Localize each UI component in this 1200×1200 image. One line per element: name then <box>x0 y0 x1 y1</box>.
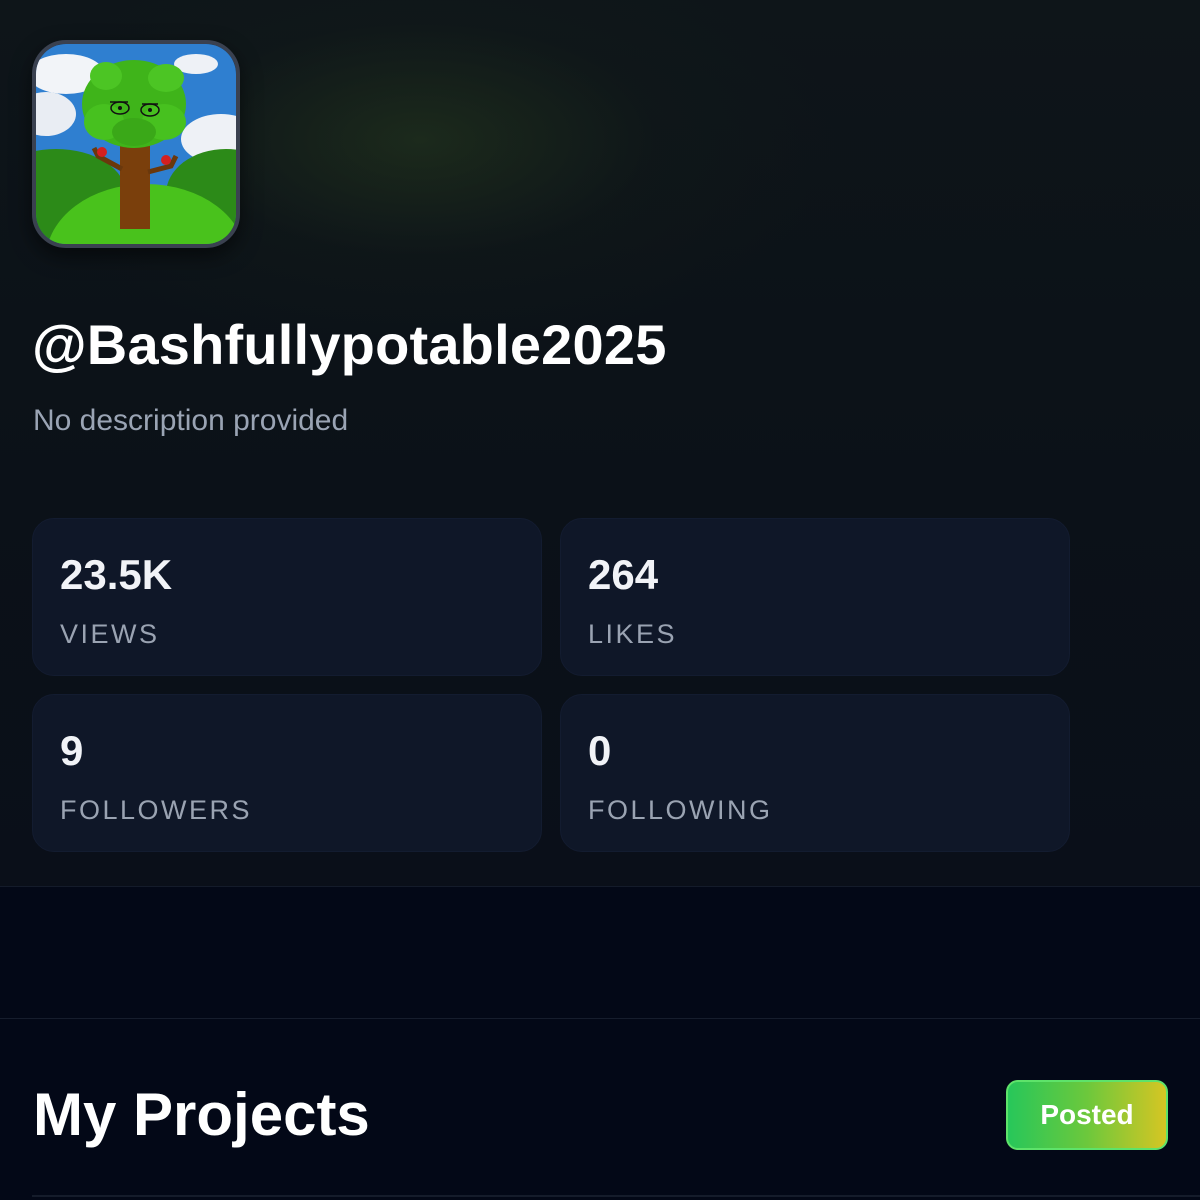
following-count: 0 <box>588 727 612 774</box>
likes-count: 264 <box>588 551 659 598</box>
avatar[interactable] <box>32 40 240 248</box>
stat-card-views: 23.5K VIEWS <box>32 518 542 676</box>
projects-section-title: My Projects <box>33 1081 370 1148</box>
projects-divider <box>32 1195 1200 1197</box>
profile-description: No description provided <box>33 404 349 437</box>
tree-character-avatar-icon <box>36 44 236 244</box>
profile-header: @Bashfullypotable2025 No description pro… <box>0 0 1200 887</box>
following-label: FOLLOWING <box>588 795 773 825</box>
stat-card-likes: 264 LIKES <box>560 518 1070 676</box>
views-count: 23.5K <box>60 551 173 598</box>
posted-filter-button[interactable]: Posted <box>1006 1080 1168 1150</box>
stat-card-following[interactable]: 0 FOLLOWING <box>560 694 1070 852</box>
followers-label: FOLLOWERS <box>60 795 253 825</box>
stat-card-followers[interactable]: 9 FOLLOWERS <box>32 694 542 852</box>
username: @Bashfullypotable2025 <box>32 313 667 376</box>
views-label: VIEWS <box>60 619 160 649</box>
section-divider <box>0 1018 1200 1019</box>
likes-label: LIKES <box>588 619 678 649</box>
followers-count: 9 <box>60 727 84 774</box>
